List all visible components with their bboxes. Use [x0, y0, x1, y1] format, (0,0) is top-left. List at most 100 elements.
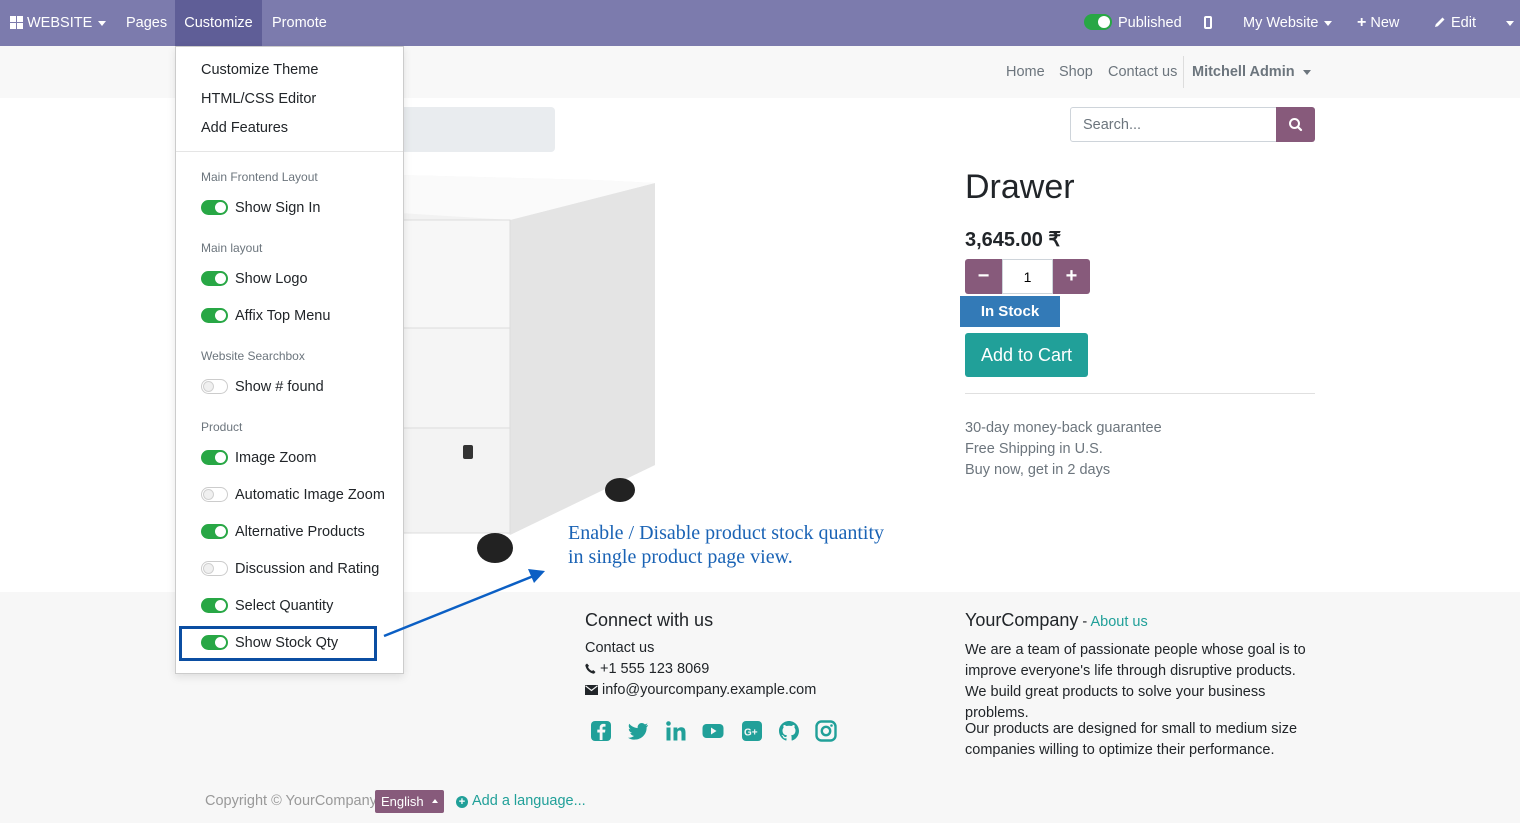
option-alternative-products[interactable]: Alternative Products [201, 522, 365, 542]
facebook-icon[interactable] [590, 720, 612, 742]
caret-down-icon [1302, 69, 1311, 75]
menu-customize-theme[interactable]: Customize Theme [201, 62, 318, 78]
option-label: Image Zoom [235, 450, 317, 466]
email-address: info@yourcompany.example.com [602, 682, 817, 698]
guarantee-text: Buy now, get in 2 days [965, 462, 1111, 478]
user-menu[interactable]: Mitchell Admin [1192, 46, 1311, 98]
user-name: Mitchell Admin [1192, 64, 1295, 80]
nav-home[interactable]: Home [1006, 46, 1045, 98]
my-website-menu[interactable]: My Website [1243, 0, 1333, 46]
new-button[interactable]: + New [1357, 0, 1399, 46]
option-automatic-image-zoom[interactable]: Automatic Image Zoom [201, 485, 385, 505]
mobile-preview-button[interactable] [1204, 0, 1212, 46]
toggle-switch-icon [201, 200, 228, 215]
language-selector[interactable]: English [375, 790, 444, 813]
option-show-sign-in[interactable]: Show Sign In [201, 198, 320, 218]
option-select-quantity[interactable]: Select Quantity [201, 596, 333, 616]
option-label: Show Logo [235, 271, 308, 287]
section-header: Product [201, 420, 243, 434]
website-menu[interactable]: WEBSITE [10, 0, 107, 46]
guarantee-text: Free Shipping in U.S. [965, 441, 1103, 457]
my-website-label: My Website [1243, 15, 1319, 31]
company-name: YourCompany [965, 610, 1079, 630]
mobile-icon [1204, 16, 1212, 29]
quantity-input[interactable] [1002, 259, 1053, 294]
copyright-text: Copyright © YourCompany [205, 793, 377, 809]
footer-phone: +1 555 123 8069 [585, 661, 709, 677]
guarantee-text: 30-day money-back guarantee [965, 420, 1162, 436]
option-label: Show # found [235, 379, 324, 395]
nav-shop[interactable]: Shop [1059, 46, 1093, 98]
dropdown-divider [176, 151, 403, 152]
customize-dropdown: Customize Theme HTML/CSS Editor Add Feat… [175, 46, 404, 674]
option-label: Alternative Products [235, 524, 365, 540]
menu-add-features[interactable]: Add Features [201, 120, 288, 136]
plus-icon: + [1357, 14, 1367, 31]
option-label: Automatic Image Zoom [235, 487, 385, 503]
section-header: Main Frontend Layout [201, 170, 318, 184]
plus-icon: + [1065, 265, 1078, 287]
option-discussion-rating[interactable]: Discussion and Rating [201, 559, 379, 579]
github-icon[interactable] [778, 720, 800, 742]
footer-contact-link[interactable]: Contact us [585, 640, 654, 656]
product-price: 3,645.00 ₹ [965, 229, 1062, 251]
option-affix-top-menu[interactable]: Affix Top Menu [201, 306, 330, 326]
youtube-icon[interactable] [702, 720, 724, 742]
nav-contact-us[interactable]: Contact us [1108, 46, 1177, 98]
phone-number: +1 555 123 8069 [600, 661, 710, 677]
search-input[interactable] [1070, 107, 1277, 142]
search-button[interactable] [1276, 107, 1315, 142]
website-menu-label: WEBSITE [27, 15, 93, 31]
option-show-found[interactable]: Show # found [201, 377, 324, 397]
published-switch-icon [1084, 14, 1112, 30]
section-header: Website Searchbox [201, 349, 305, 363]
footer-email: info@yourcompany.example.com [585, 682, 816, 698]
quantity-decrease-button[interactable]: − [965, 259, 1002, 294]
about-paragraph-2: Our products are designed for small to m… [965, 721, 1298, 758]
published-toggle[interactable]: Published [1084, 0, 1182, 46]
toggle-switch-icon [201, 561, 228, 576]
caret-up-icon [432, 799, 438, 803]
about-us-link[interactable]: About us [1091, 614, 1148, 630]
caret-down-icon [1506, 20, 1514, 26]
caret-down-icon [98, 20, 107, 26]
edit-dropdown-toggle[interactable] [1500, 0, 1514, 46]
phone-icon [585, 663, 596, 674]
pages-menu[interactable]: Pages [126, 0, 167, 46]
customize-menu[interactable]: Customize [175, 0, 262, 46]
add-to-cart-button[interactable]: Add to Cart [965, 333, 1088, 377]
instagram-icon[interactable] [815, 720, 837, 742]
twitter-icon[interactable] [627, 720, 649, 742]
language-label: English [381, 794, 424, 809]
nav-divider [1183, 56, 1184, 88]
add-language-link[interactable]: + Add a language... [456, 793, 586, 809]
connect-heading: Connect with us [585, 610, 714, 630]
stock-status-badge: In Stock [960, 296, 1060, 327]
plus-circle-icon: + [456, 796, 468, 808]
highlight-frame [179, 626, 377, 661]
published-label: Published [1118, 15, 1182, 31]
edit-button[interactable]: Edit [1434, 0, 1476, 46]
breadcrumb [395, 107, 555, 152]
search-icon [1289, 118, 1303, 132]
callout-annotation: Enable / Disable product stock quantity … [568, 521, 908, 569]
product-title: Drawer [965, 168, 1075, 206]
linkedin-icon[interactable] [665, 720, 687, 742]
divider [965, 393, 1315, 394]
product-image[interactable] [400, 165, 670, 575]
edit-label: Edit [1451, 15, 1476, 31]
google-plus-icon[interactable]: G+ [741, 720, 763, 742]
section-header: Main layout [201, 241, 263, 255]
callout-arrow [383, 569, 545, 638]
option-show-logo[interactable]: Show Logo [201, 269, 308, 289]
promote-menu[interactable]: Promote [272, 0, 327, 46]
minus-icon: − [977, 265, 990, 287]
pencil-icon [1435, 17, 1445, 27]
new-label: New [1370, 15, 1400, 31]
option-image-zoom[interactable]: Image Zoom [201, 448, 316, 468]
option-label: Affix Top Menu [235, 308, 331, 324]
menu-html-css-editor[interactable]: HTML/CSS Editor [201, 91, 316, 107]
quantity-increase-button[interactable]: + [1053, 259, 1090, 294]
toggle-switch-icon [201, 271, 228, 286]
toggle-switch-icon [201, 308, 228, 323]
